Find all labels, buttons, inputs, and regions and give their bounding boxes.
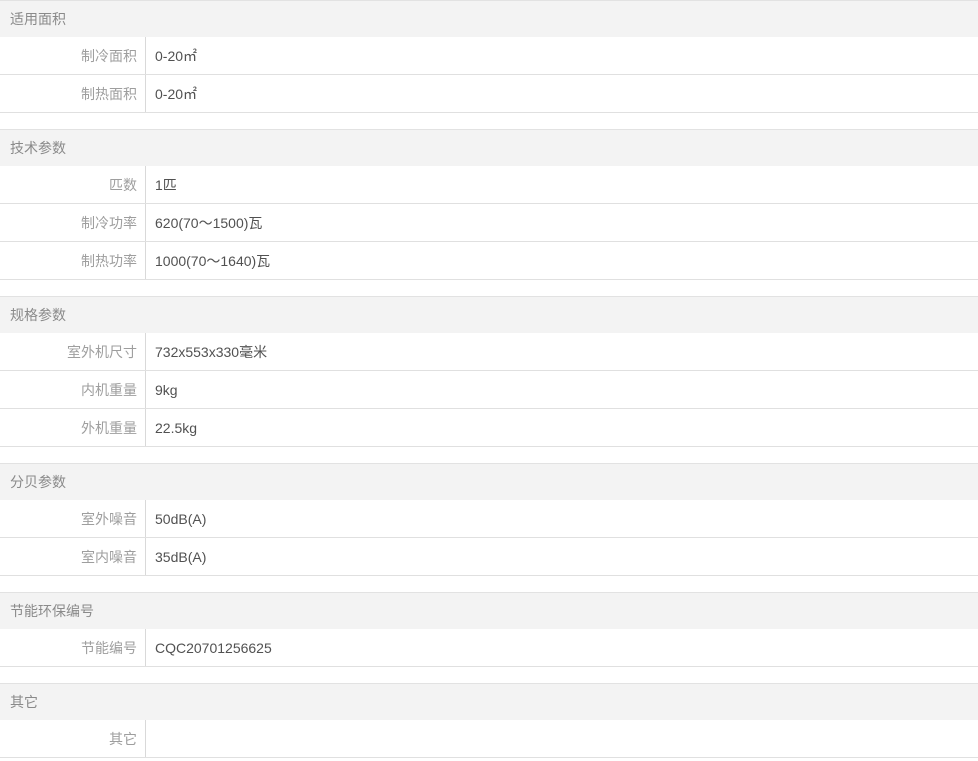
- spec-row: 内机重量 9kg: [0, 371, 978, 409]
- section-header: 规格参数: [0, 296, 978, 333]
- spec-value: 9kg: [146, 371, 178, 408]
- spec-row: 制冷功率 620(70～1500)瓦: [0, 204, 978, 242]
- section-energy-cert: 节能环保编号 节能编号 CQC20701256625: [0, 592, 978, 667]
- section-decibel-params: 分贝参数 室外噪音 50dB(A) 室内噪音 35dB(A): [0, 463, 978, 576]
- spec-label: 室外机尺寸: [0, 333, 146, 370]
- spec-label: 节能编号: [0, 629, 146, 666]
- spec-row: 外机重量 22.5kg: [0, 409, 978, 447]
- spec-value: 0-20㎡: [146, 75, 197, 112]
- spec-row: 室外噪音 50dB(A): [0, 500, 978, 538]
- section-header: 分贝参数: [0, 463, 978, 500]
- spec-value: 22.5kg: [146, 409, 197, 446]
- spec-row: 室内噪音 35dB(A): [0, 538, 978, 576]
- spec-label: 室外噪音: [0, 500, 146, 537]
- section-header: 适用面积: [0, 0, 978, 37]
- section-title: 节能环保编号: [10, 603, 94, 619]
- spec-value: 732x553x330毫米: [146, 333, 267, 370]
- section-header: 节能环保编号: [0, 592, 978, 629]
- spec-row: 节能编号 CQC20701256625: [0, 629, 978, 667]
- section-title: 分贝参数: [10, 474, 66, 490]
- spec-label: 制冷面积: [0, 37, 146, 74]
- spec-value: 1匹: [146, 166, 177, 203]
- section-technical-params: 技术参数 匹数 1匹 制冷功率 620(70～1500)瓦 制热功率 1000(…: [0, 129, 978, 280]
- spec-label: 制热功率: [0, 242, 146, 279]
- spec-value: 620(70～1500)瓦: [146, 204, 262, 241]
- spec-row: 匹数 1匹: [0, 166, 978, 204]
- section-title: 技术参数: [10, 140, 66, 156]
- spec-table: 适用面积 制冷面积 0-20㎡ 制热面积 0-20㎡ 技术参数 匹数 1匹 制冷…: [0, 0, 978, 758]
- spec-label: 内机重量: [0, 371, 146, 408]
- spec-label: 室内噪音: [0, 538, 146, 575]
- spec-row: 制热功率 1000(70～1640)瓦: [0, 242, 978, 280]
- spec-value: 50dB(A): [146, 500, 206, 537]
- spec-value: 1000(70～1640)瓦: [146, 242, 270, 279]
- section-other: 其它 其它: [0, 683, 978, 758]
- spec-label: 匹数: [0, 166, 146, 203]
- spec-value: [146, 720, 155, 757]
- spec-value: 0-20㎡: [146, 37, 197, 74]
- spec-label: 制热面积: [0, 75, 146, 112]
- section-header: 其它: [0, 683, 978, 720]
- spec-row: 制热面积 0-20㎡: [0, 75, 978, 113]
- spec-label: 其它: [0, 720, 146, 757]
- spec-label: 制冷功率: [0, 204, 146, 241]
- spec-row: 室外机尺寸 732x553x330毫米: [0, 333, 978, 371]
- section-title: 其它: [10, 694, 38, 710]
- spec-value: 35dB(A): [146, 538, 206, 575]
- spec-label: 外机重量: [0, 409, 146, 446]
- section-title: 适用面积: [10, 11, 66, 27]
- spec-row: 制冷面积 0-20㎡: [0, 37, 978, 75]
- spec-row: 其它: [0, 720, 978, 758]
- section-applicable-area: 适用面积 制冷面积 0-20㎡ 制热面积 0-20㎡: [0, 0, 978, 113]
- section-title: 规格参数: [10, 307, 66, 323]
- spec-value: CQC20701256625: [146, 629, 272, 666]
- section-header: 技术参数: [0, 129, 978, 166]
- section-spec-params: 规格参数 室外机尺寸 732x553x330毫米 内机重量 9kg 外机重量 2…: [0, 296, 978, 447]
